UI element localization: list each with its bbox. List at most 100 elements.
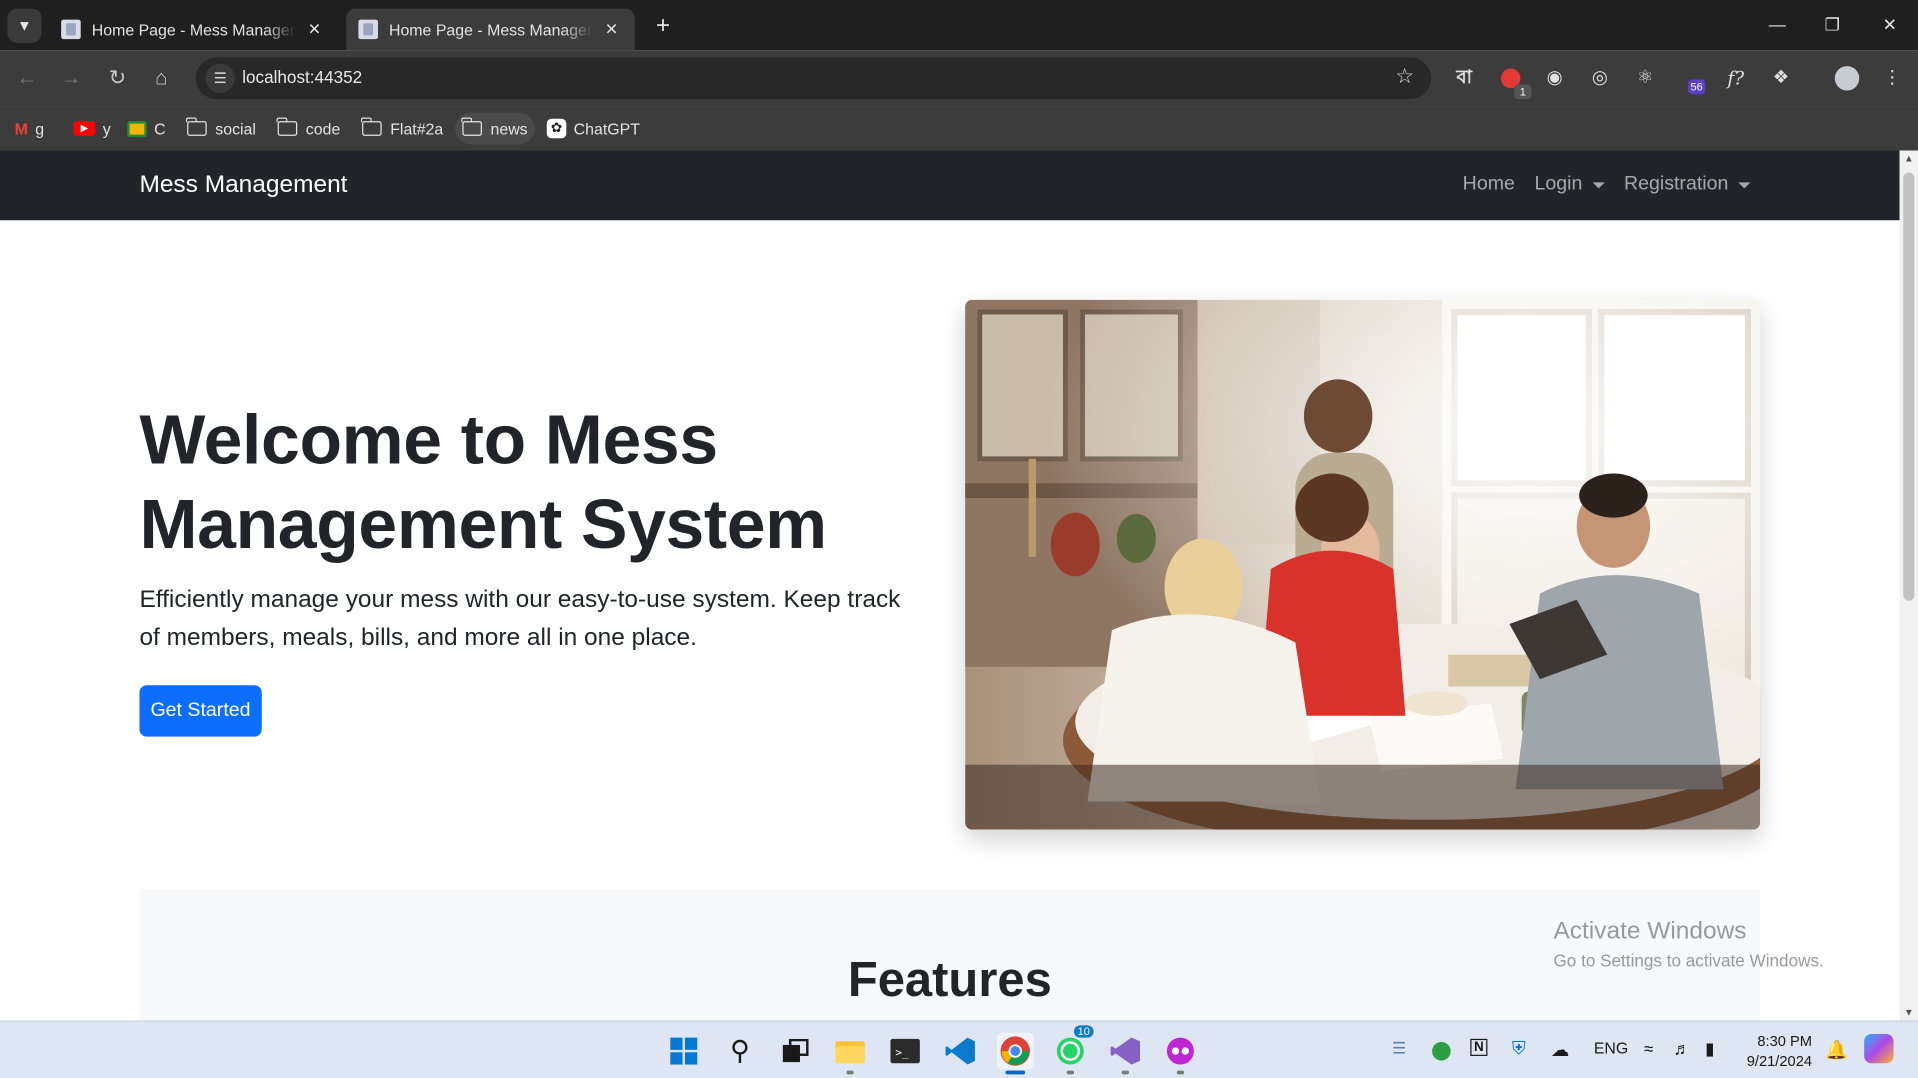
bookmark-folder-code[interactable]: code: [270, 113, 347, 145]
back-button[interactable]: ←: [12, 64, 41, 93]
whatsapp-icon[interactable]: 10: [1052, 1025, 1094, 1075]
page-favicon-icon: [61, 19, 81, 40]
classroom-icon: [127, 120, 147, 137]
close-tab-icon[interactable]: ✕: [601, 20, 623, 40]
browser-tab-active[interactable]: Home Page - Mess Management ✕: [346, 8, 635, 51]
file-explorer-icon[interactable]: [832, 1033, 869, 1075]
adblock-extension-icon[interactable]: 1: [1497, 65, 1532, 100]
nav-login-label: Login: [1534, 173, 1583, 195]
browser-toolbar: ← → ↻ ⌂ ☰ localhost:44352 ☆ বা 1 ◉ ◎ ⚛ 5…: [0, 50, 1918, 107]
bookmark-folder-social[interactable]: social: [180, 113, 263, 145]
features-section: Features: [139, 889, 1761, 1021]
profile-avatar[interactable]: [1834, 65, 1861, 92]
caret-down-icon: [1592, 181, 1605, 188]
minimize-button[interactable]: —: [1753, 10, 1802, 39]
nav-login-dropdown[interactable]: Login: [1534, 173, 1605, 196]
close-window-button[interactable]: ✕: [1865, 10, 1914, 39]
browser-tabstrip: ▼ Home Page - Mess Management ✕ Home Pag…: [0, 0, 1918, 51]
bookmark-label: C: [154, 119, 166, 138]
running-indicator: [1121, 1070, 1130, 1075]
bookmark-label: ChatGPT: [573, 119, 640, 138]
running-indicator: [1176, 1070, 1185, 1075]
reload-button[interactable]: ↻: [103, 64, 132, 93]
url-text[interactable]: localhost:44352: [242, 67, 362, 87]
bookmark-label: social: [215, 119, 256, 138]
hero-lead: Efficiently manage your mess with our ea…: [139, 586, 901, 651]
bookmark-folder-news[interactable]: news: [455, 112, 535, 145]
bookmark-star-icon[interactable]: ☆: [1395, 65, 1414, 89]
vscode-icon[interactable]: [942, 1033, 979, 1070]
forward-button[interactable]: →: [56, 64, 85, 93]
page-scrollbar[interactable]: ▲ ▼: [1899, 150, 1918, 1021]
bookmark-label: code: [305, 119, 341, 138]
activate-windows-watermark: Activate Windows Go to Settings to activ…: [1553, 918, 1823, 971]
running-indicator: [1066, 1070, 1074, 1075]
address-bar[interactable]: ☰ localhost:44352 ☆: [195, 57, 1432, 100]
get-started-button[interactable]: Get Started: [139, 685, 262, 737]
get-started-label: Get Started: [150, 699, 251, 721]
bookmark-label: g: [35, 119, 45, 138]
bookmark-gmail[interactable]: M g: [7, 113, 51, 145]
wifi-icon[interactable]: ≈: [1644, 1039, 1653, 1059]
site-brand[interactable]: Mess Management: [139, 171, 347, 199]
bookmarks-bar: M g ▶ y C social code Flat#2a news ✿ Cha…: [0, 106, 1918, 151]
chrome-icon[interactable]: [996, 1032, 1034, 1075]
notion-icon[interactable]: N: [1470, 1038, 1488, 1056]
defender-shield-icon[interactable]: ⛨: [1512, 1039, 1526, 1060]
running-indicator: [846, 1070, 854, 1075]
web-page: Mess Management Home Login Registration …: [0, 150, 1900, 1021]
visual-studio-icon[interactable]: [1107, 1033, 1144, 1075]
watermark-title: Activate Windows: [1553, 917, 1747, 945]
people-studying-photo: [965, 299, 1761, 830]
copilot-icon[interactable]: [1864, 1033, 1894, 1067]
tray-app-icon[interactable]: ☰: [1392, 1039, 1406, 1059]
browser-menu-icon[interactable]: ⋮: [1879, 65, 1906, 92]
target-extension-icon[interactable]: ◎: [1586, 65, 1613, 92]
extensions-puzzle-icon[interactable]: ❖: [1768, 65, 1795, 92]
bookmark-classroom[interactable]: C: [120, 113, 173, 145]
scrollbar-thumb[interactable]: [1903, 172, 1915, 601]
purple-extension-icon[interactable]: 56: [1681, 65, 1708, 95]
bangla-extension-icon[interactable]: বা: [1451, 65, 1478, 92]
folder-icon: [361, 117, 382, 136]
site-info-icon[interactable]: ☰: [205, 63, 235, 93]
home-button[interactable]: ⌂: [147, 64, 176, 93]
new-tab-button[interactable]: +: [648, 12, 677, 41]
gmail-icon: M: [14, 119, 28, 138]
tab-title: Home Page - Mess Management: [388, 20, 593, 39]
battery-icon[interactable]: ▮: [1705, 1039, 1714, 1060]
network-cloud-icon[interactable]: ☁: [1551, 1039, 1569, 1061]
page-favicon-icon: [358, 19, 378, 40]
bookmark-folder-flat[interactable]: Flat#2a: [355, 113, 451, 145]
camera-extension-icon[interactable]: ◉: [1541, 65, 1568, 92]
system-clock[interactable]: 8:30 PM 9/21/2024: [1747, 1031, 1812, 1070]
scroll-up-icon[interactable]: ▲: [1903, 153, 1914, 164]
tray-green-icon[interactable]: ⬤: [1431, 1039, 1452, 1061]
copilot-app-icon[interactable]: [1162, 1033, 1199, 1075]
start-menu-icon[interactable]: [665, 1033, 702, 1070]
tab-search-button[interactable]: ▼: [7, 8, 42, 43]
nav-home-link[interactable]: Home: [1463, 174, 1515, 196]
restore-button[interactable]: ❐: [1808, 10, 1857, 39]
hero-image: [965, 299, 1761, 830]
clock-time: 8:30 PM: [1757, 1032, 1813, 1050]
browser-tab[interactable]: Home Page - Mess Management ✕: [49, 9, 338, 51]
close-tab-icon[interactable]: ✕: [303, 20, 325, 40]
scroll-down-icon[interactable]: ▼: [1903, 1007, 1914, 1018]
search-icon[interactable]: ⚲: [722, 1033, 759, 1070]
svg-text:>_: >_: [895, 1046, 909, 1059]
nav-home-label: Home: [1462, 173, 1515, 195]
language-indicator[interactable]: ENG: [1594, 1039, 1628, 1057]
function-extension-icon[interactable]: f?: [1722, 65, 1749, 92]
adblock-badge: 1: [1514, 84, 1532, 100]
volume-icon[interactable]: ♬: [1673, 1039, 1690, 1059]
bookmark-chatgpt[interactable]: ✿ ChatGPT: [539, 113, 647, 145]
notification-bell-icon[interactable]: 🔔: [1825, 1039, 1848, 1061]
bookmark-label: news: [490, 119, 528, 138]
nav-registration-dropdown[interactable]: Registration: [1624, 174, 1751, 196]
task-view-icon[interactable]: [777, 1033, 814, 1070]
react-devtools-icon[interactable]: ⚛: [1632, 65, 1659, 92]
bookmark-youtube[interactable]: ▶ y: [66, 113, 118, 145]
folder-icon: [186, 117, 207, 136]
terminal-icon[interactable]: >_: [887, 1033, 924, 1070]
